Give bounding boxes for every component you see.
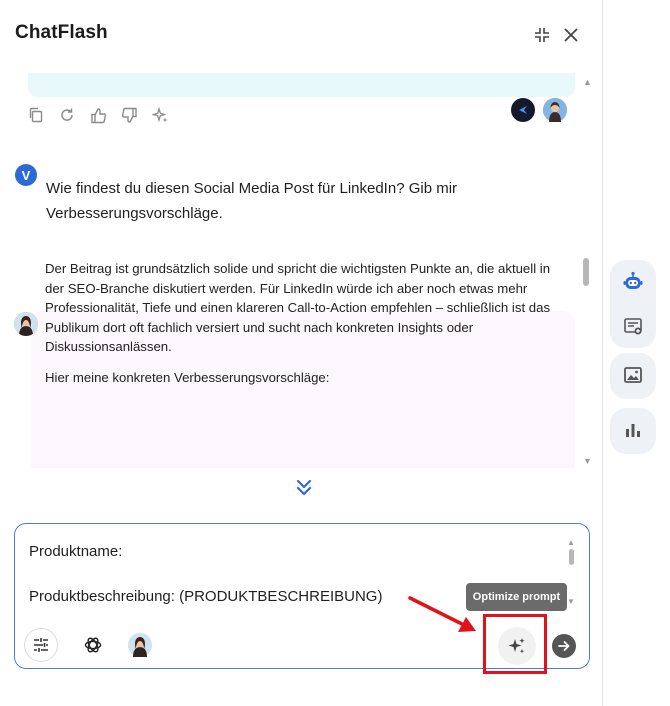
rail-chart-button[interactable] bbox=[610, 408, 656, 452]
thumbs-down-button[interactable] bbox=[119, 105, 139, 125]
thumbs-up-button[interactable] bbox=[88, 105, 108, 125]
persona-avatar-small bbox=[543, 98, 567, 122]
optimize-prompt-tooltip: Optimize prompt bbox=[466, 583, 567, 611]
previous-message-bubble bbox=[28, 73, 575, 97]
chart-icon bbox=[626, 424, 640, 437]
user-avatar: V bbox=[15, 164, 37, 186]
copy-button[interactable] bbox=[26, 105, 46, 125]
close-icon bbox=[564, 28, 578, 42]
collapse-icon bbox=[535, 28, 549, 42]
thumbs-up-icon bbox=[90, 107, 106, 123]
thumbs-down-icon bbox=[121, 107, 137, 123]
rail-bot-button[interactable] bbox=[610, 260, 656, 304]
regenerate-button[interactable] bbox=[57, 105, 77, 125]
composer-scrollbar-thumb[interactable] bbox=[569, 549, 574, 565]
app-title: ChatFlash bbox=[15, 22, 108, 43]
enhance-button[interactable] bbox=[150, 105, 170, 125]
send-arrow-icon bbox=[558, 641, 570, 651]
robot-icon bbox=[623, 271, 643, 289]
person-icon bbox=[14, 312, 38, 336]
prompt-text-line[interactable]: Produktname: bbox=[29, 543, 122, 560]
close-button[interactable] bbox=[560, 24, 582, 46]
send-button[interactable] bbox=[552, 634, 576, 658]
composer-scroll-down[interactable]: ▼ bbox=[567, 597, 575, 606]
model-select-button[interactable] bbox=[76, 628, 110, 662]
highlight-box bbox=[483, 614, 547, 674]
sparkle-icon bbox=[151, 106, 167, 122]
settings-sliders-icon bbox=[34, 638, 48, 652]
add-note-icon bbox=[624, 318, 642, 335]
person-icon bbox=[543, 98, 567, 122]
panel-divider bbox=[602, 0, 603, 706]
collapse-button[interactable] bbox=[531, 24, 553, 46]
rail-group-analytics bbox=[610, 408, 656, 454]
persona-select-button[interactable] bbox=[123, 628, 157, 662]
chatflash-panel: ChatFlash V Wie findest du diesen Social… bbox=[0, 0, 602, 706]
persona-avatar bbox=[128, 633, 152, 657]
rail-group-assist bbox=[610, 260, 656, 348]
openai-icon bbox=[84, 637, 102, 653]
rail-group-image bbox=[610, 353, 656, 399]
scroll-down-arrow[interactable]: ▼ bbox=[583, 456, 592, 466]
copy-icon bbox=[29, 107, 43, 123]
rail-image-button[interactable] bbox=[610, 353, 656, 397]
model-avatar bbox=[511, 98, 535, 122]
assistant-avatar bbox=[14, 312, 38, 336]
prompt-text-line[interactable]: Produktbeschreibung: (PRODUKTBESCHREIBUN… bbox=[29, 588, 382, 605]
image-icon bbox=[624, 367, 642, 383]
chat-history[interactable]: V Wie findest du diesen Social Media Pos… bbox=[0, 68, 602, 468]
double-chevron-down-icon bbox=[296, 479, 312, 496]
scroll-up-arrow[interactable]: ▲ bbox=[583, 77, 592, 87]
rail-note-button[interactable] bbox=[610, 304, 656, 348]
settings-button[interactable] bbox=[24, 628, 58, 662]
chat-scrollbar-thumb[interactable] bbox=[583, 258, 589, 286]
assistant-paragraph: Hier meine konkreten Verbesserungsvorsch… bbox=[45, 369, 330, 385]
assistant-paragraph: Der Beitrag ist grundsätzlich solide und… bbox=[45, 261, 551, 355]
model-logo-icon bbox=[519, 106, 527, 114]
scroll-to-bottom-button[interactable] bbox=[293, 478, 315, 498]
regenerate-icon bbox=[61, 108, 73, 121]
assistant-message: Der Beitrag ist grundsätzlich solide und… bbox=[45, 259, 557, 399]
user-message: Wie findest du diesen Social Media Post … bbox=[46, 180, 458, 222]
composer-scroll-up[interactable]: ▲ bbox=[567, 538, 575, 547]
